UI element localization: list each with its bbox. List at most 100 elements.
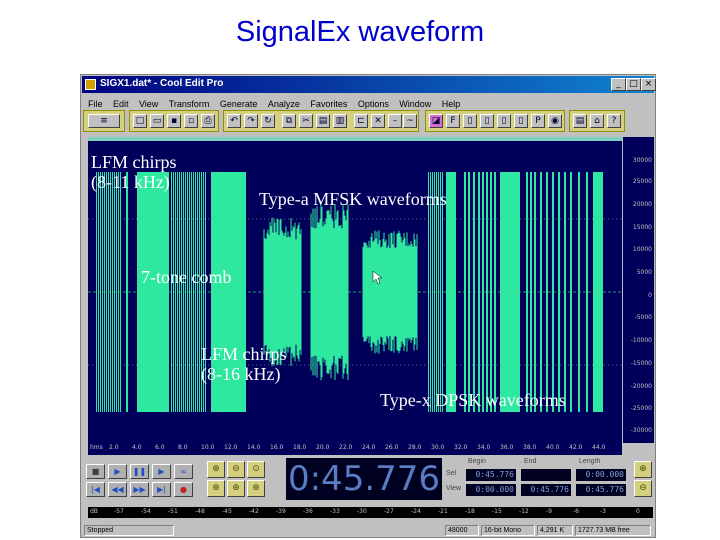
menu-view[interactable]: View bbox=[139, 99, 158, 109]
trim-icon[interactable]: ⊏ bbox=[354, 114, 368, 128]
minimize-button[interactable]: _ bbox=[611, 78, 626, 91]
rewind-icon[interactable]: ◀◀ bbox=[108, 482, 127, 497]
scale-label: -30000 bbox=[630, 427, 652, 434]
comb-line bbox=[185, 172, 186, 412]
dpsk-line bbox=[564, 172, 566, 412]
snap-icon[interactable]: ▯ bbox=[463, 114, 477, 128]
redo-icon[interactable]: ↷ bbox=[244, 114, 258, 128]
menu-favorites[interactable]: Favorites bbox=[310, 99, 347, 109]
spectral-view-icon[interactable]: ◪ bbox=[429, 114, 443, 128]
time-label: 36.0 bbox=[500, 444, 514, 451]
status-format: 16-bit Mono bbox=[481, 525, 535, 536]
sel-begin-field[interactable]: 0:45.776 bbox=[466, 469, 516, 481]
zoom-out-horizontal-icon[interactable]: ⊖ bbox=[227, 461, 245, 478]
menu-generate[interactable]: Generate bbox=[220, 99, 258, 109]
fx-icon[interactable]: ~ bbox=[403, 114, 417, 128]
playlist-icon[interactable]: ▯ bbox=[514, 114, 528, 128]
settings-icon[interactable]: ▤ bbox=[573, 114, 587, 128]
view-length-field[interactable]: 0:45.776 bbox=[576, 484, 626, 496]
comb-line bbox=[177, 172, 178, 412]
view-end-field[interactable]: 0:45.776 bbox=[521, 484, 571, 496]
dpsk-line bbox=[486, 172, 488, 412]
level-label: -27 bbox=[384, 508, 394, 515]
save-icon[interactable]: ▪ bbox=[167, 114, 181, 128]
zoom-right-icon[interactable]: ⊕ bbox=[227, 480, 245, 497]
window-titlebar[interactable]: SIGX1.dat* - Cool Edit Pro _ □ × bbox=[82, 76, 656, 93]
fast-forward-icon[interactable]: ▶▶ bbox=[130, 482, 149, 497]
menu-analyze[interactable]: Analyze bbox=[268, 99, 300, 109]
dpsk-line bbox=[534, 172, 536, 412]
frames-icon[interactable]: ▯ bbox=[497, 114, 511, 128]
menu-help[interactable]: Help bbox=[442, 99, 461, 109]
level-label: -3 bbox=[600, 508, 606, 515]
mix-paste-icon[interactable]: ▥ bbox=[333, 114, 347, 128]
close-button[interactable]: × bbox=[641, 78, 656, 91]
play-looped-icon[interactable]: ▶ bbox=[152, 464, 171, 479]
lfm-chirp-line bbox=[116, 172, 117, 412]
zoom-full-icon[interactable]: ⊙ bbox=[247, 461, 265, 478]
menu-file[interactable]: File bbox=[88, 99, 103, 109]
info-icon[interactable]: ◉ bbox=[548, 114, 562, 128]
multitrack-icon[interactable]: ≡ bbox=[88, 114, 120, 128]
time-label: 20.0 bbox=[316, 444, 330, 451]
view-begin-field[interactable]: 0:00.000 bbox=[466, 484, 516, 496]
time-label: 24.0 bbox=[362, 444, 376, 451]
help-icon[interactable]: ? bbox=[607, 114, 621, 128]
pause-icon[interactable]: ❚❚ bbox=[130, 464, 149, 479]
tip-icon[interactable]: ⌂ bbox=[590, 114, 604, 128]
sel-end-field[interactable] bbox=[521, 469, 571, 481]
scale-label: 5000 bbox=[636, 269, 652, 276]
loop-icon[interactable]: ∞ bbox=[174, 464, 193, 479]
lfm-chirp-line bbox=[120, 172, 121, 412]
dpsk-line bbox=[478, 172, 480, 412]
sel-length-field[interactable]: 0:00.000 bbox=[576, 469, 626, 481]
menu-transform[interactable]: Transform bbox=[169, 99, 210, 109]
cue-list-icon[interactable]: P bbox=[531, 114, 545, 128]
level-label: -57 bbox=[114, 508, 124, 515]
stop-icon[interactable]: ■ bbox=[86, 464, 105, 479]
zoom-in-horizontal-icon[interactable]: ⊕ bbox=[207, 461, 225, 478]
lfm-chirp-line bbox=[112, 172, 113, 412]
dpsk-line bbox=[464, 172, 466, 412]
print-icon[interactable]: ⎙ bbox=[201, 114, 215, 128]
scale-label: 20000 bbox=[632, 201, 652, 208]
zoom-out-vertical-icon[interactable]: ⊖ bbox=[634, 480, 652, 497]
open-icon[interactable]: ▭ bbox=[150, 114, 164, 128]
zoom-selection-icon[interactable]: ⊕ bbox=[247, 480, 265, 497]
time-label: 18.0 bbox=[293, 444, 307, 451]
close-icon[interactable]: ▫ bbox=[184, 114, 198, 128]
marker-icon[interactable]: ▯ bbox=[480, 114, 494, 128]
repeat-icon[interactable]: ↻ bbox=[261, 114, 275, 128]
zoom-left-icon[interactable]: ⊕ bbox=[207, 480, 225, 497]
cut-icon[interactable]: ✂ bbox=[299, 114, 313, 128]
paste-icon[interactable]: ▤ bbox=[316, 114, 330, 128]
lfm-chirp-line bbox=[100, 172, 101, 412]
record-icon[interactable]: ● bbox=[174, 482, 193, 497]
time-label: 32.0 bbox=[454, 444, 468, 451]
dpsk-line bbox=[490, 172, 492, 412]
annotation-comb: 7-tone comb bbox=[141, 267, 232, 287]
silence-icon[interactable]: – bbox=[388, 114, 402, 128]
time-label: 16.0 bbox=[270, 444, 284, 451]
undo-icon[interactable]: ↶ bbox=[227, 114, 241, 128]
delete-icon[interactable]: ✕ bbox=[371, 114, 385, 128]
zoom-in-vertical-icon[interactable]: ⊕ bbox=[634, 461, 652, 478]
level-label: 0 bbox=[636, 508, 640, 515]
play-icon[interactable]: ▶ bbox=[108, 464, 127, 479]
maximize-button[interactable]: □ bbox=[626, 78, 641, 91]
menu-edit[interactable]: Edit bbox=[113, 99, 129, 109]
waveform-view-icon[interactable]: F bbox=[446, 114, 460, 128]
time-ruler[interactable]: hms 2.0 4.0 6.0 8.0 10.0 12.0 14.0 16.0 … bbox=[88, 443, 622, 455]
goto-end-icon[interactable]: ▶| bbox=[152, 482, 171, 497]
menu-window[interactable]: Window bbox=[399, 99, 431, 109]
goto-start-icon[interactable]: |◀ bbox=[86, 482, 105, 497]
time-label: 14.0 bbox=[247, 444, 261, 451]
new-icon[interactable]: □ bbox=[133, 114, 147, 128]
dpsk-line bbox=[482, 172, 484, 412]
copy-icon[interactable]: ⧉ bbox=[282, 114, 296, 128]
level-label: -15 bbox=[492, 508, 502, 515]
menu-options[interactable]: Options bbox=[358, 99, 389, 109]
length-header: Length bbox=[579, 458, 601, 465]
lfm-chirp-line bbox=[108, 172, 109, 412]
waveform-display[interactable]: LFM chirps (8-11 kHz) Type-a MFSK wavefo… bbox=[88, 137, 622, 443]
